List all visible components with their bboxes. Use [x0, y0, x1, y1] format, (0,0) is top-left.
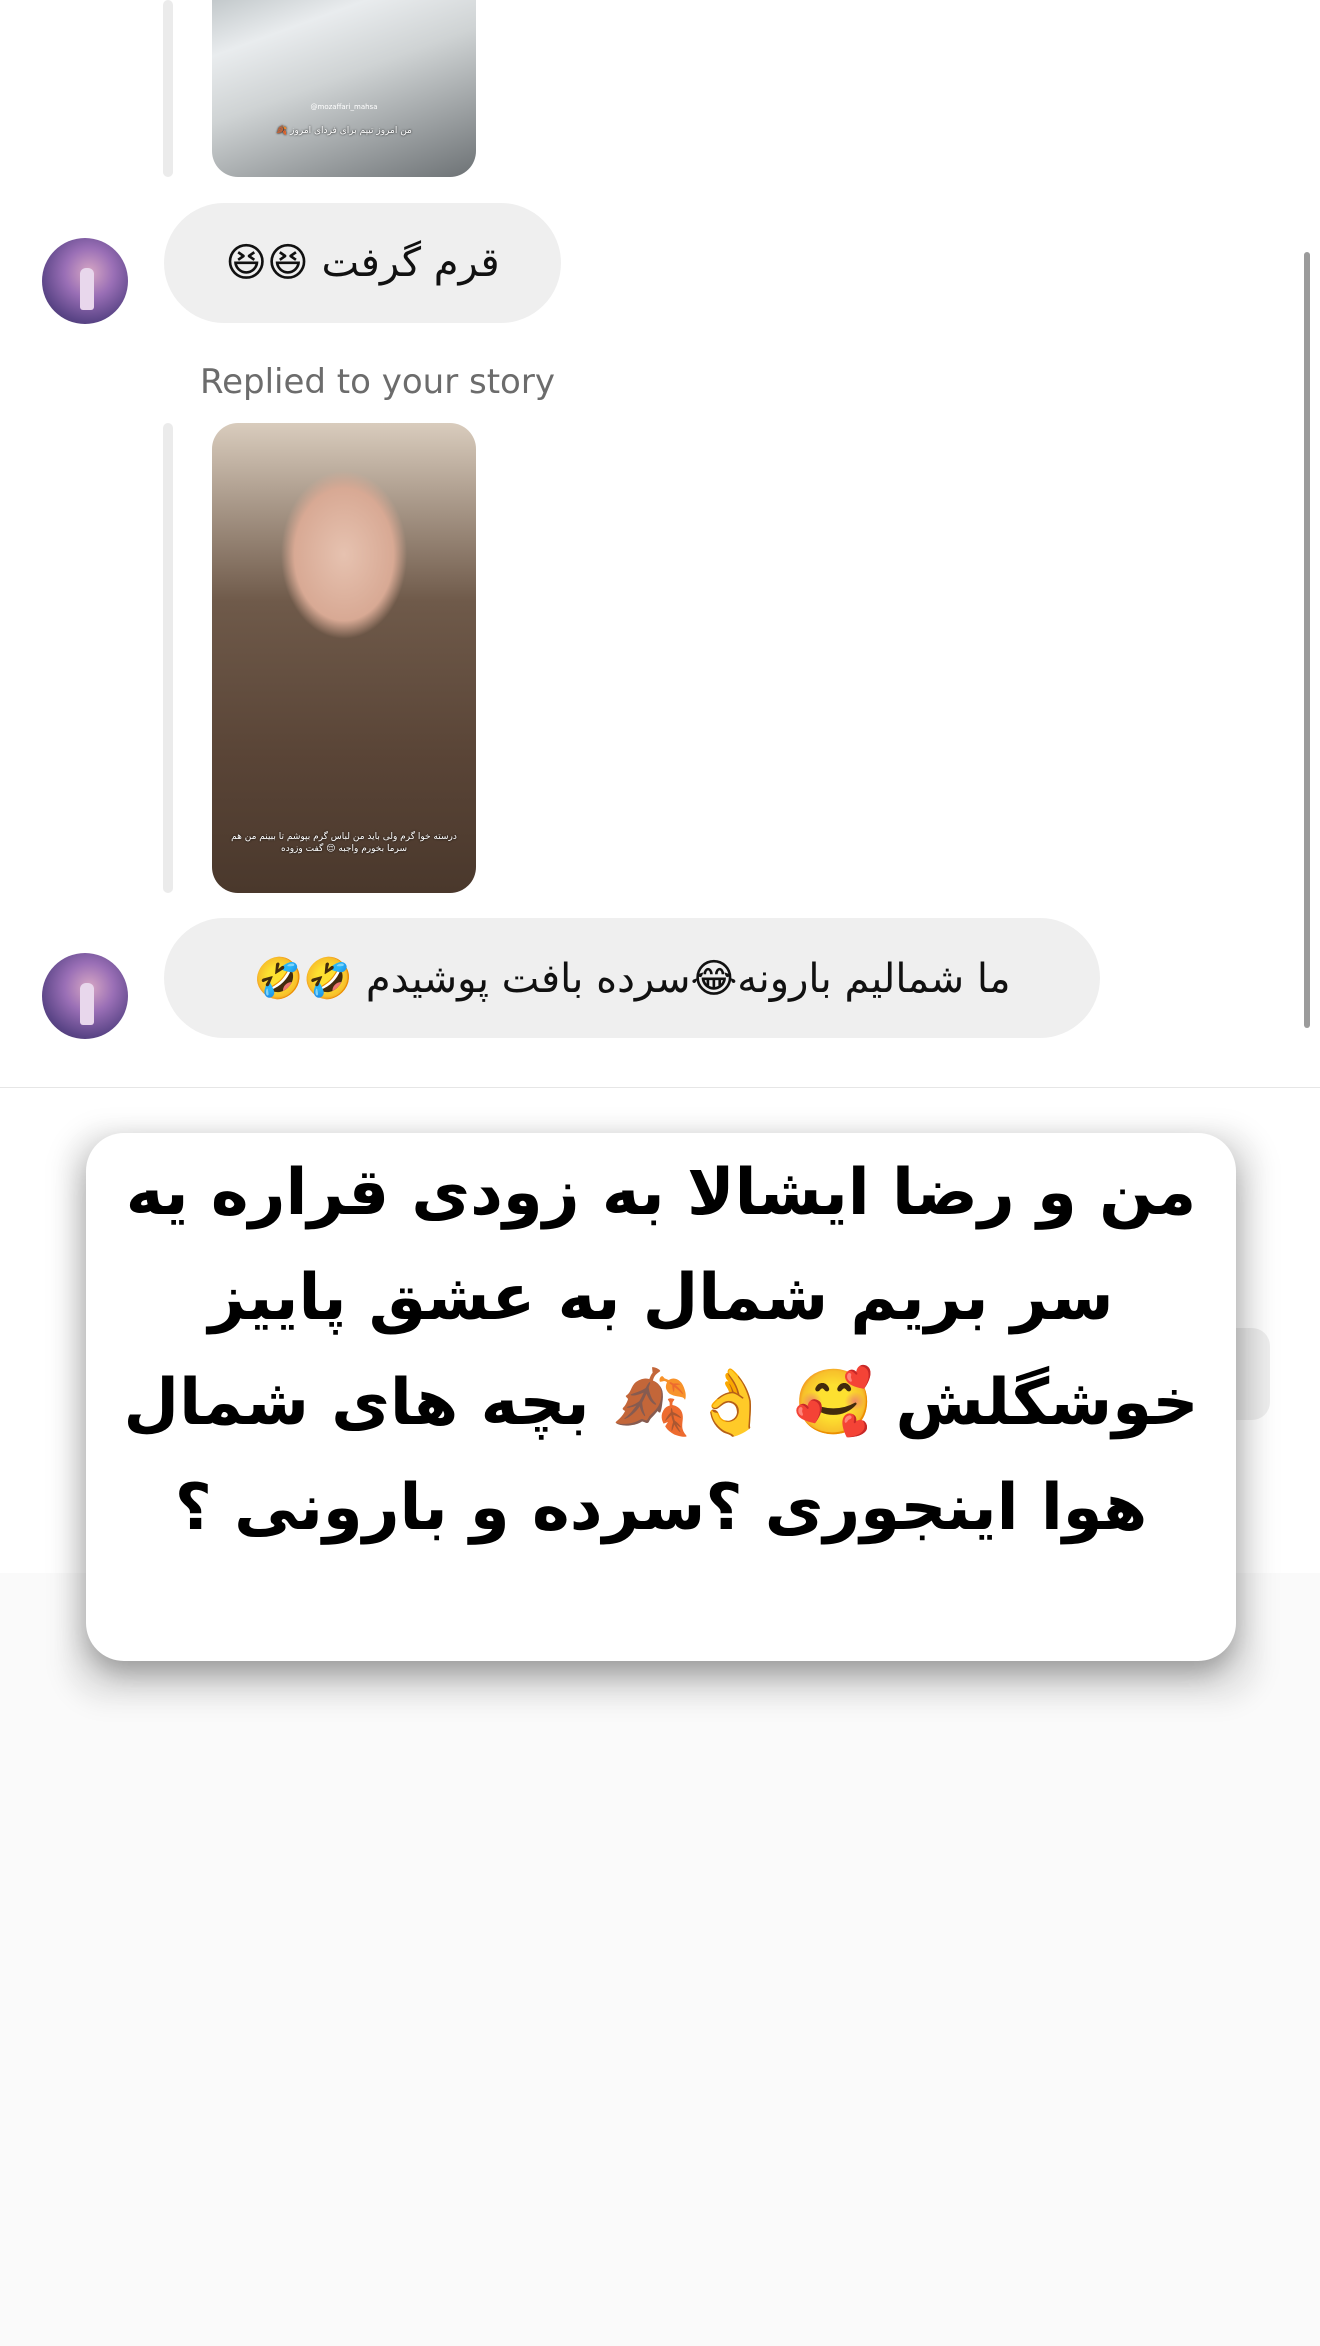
- message-bubble[interactable]: قرم گرفت 😆😆: [164, 203, 561, 323]
- scrollbar[interactable]: [1304, 252, 1310, 1028]
- reply-indicator-bar: [163, 423, 173, 893]
- story-caption: من امروز تیپم برای فردای امروز 🍂: [276, 126, 412, 136]
- chat-thread[interactable]: @mozaffari_mahsa من امروز تیپم برای فردا…: [0, 0, 1320, 1088]
- text-sticker-overlay: من و رضا ایشالا به زودی قراره یه سر بریم…: [86, 1133, 1236, 1661]
- story-caption: درسته خوا گرم ولی باید من لباس گرم بپوشم…: [231, 832, 457, 854]
- replied-to-story-label: Replied to your story: [200, 362, 555, 402]
- reply-indicator-bar: [163, 0, 173, 177]
- avatar[interactable]: [42, 238, 128, 324]
- avatar[interactable]: [42, 953, 128, 1039]
- message-bubble[interactable]: ما شمالیم بارونه😂سرده بافت پوشیدم 🤣🤣: [164, 918, 1100, 1038]
- story-handle: @mozaffari_mahsa: [310, 103, 378, 111]
- story-thumbnail[interactable]: @mozaffari_mahsa من امروز تیپم برای فردا…: [212, 0, 476, 177]
- overlay-text: من و رضا ایشالا به زودی قراره یه سر بریم…: [123, 1156, 1199, 1545]
- story-thumbnail[interactable]: درسته خوا گرم ولی باید من لباس گرم بپوشم…: [212, 423, 476, 893]
